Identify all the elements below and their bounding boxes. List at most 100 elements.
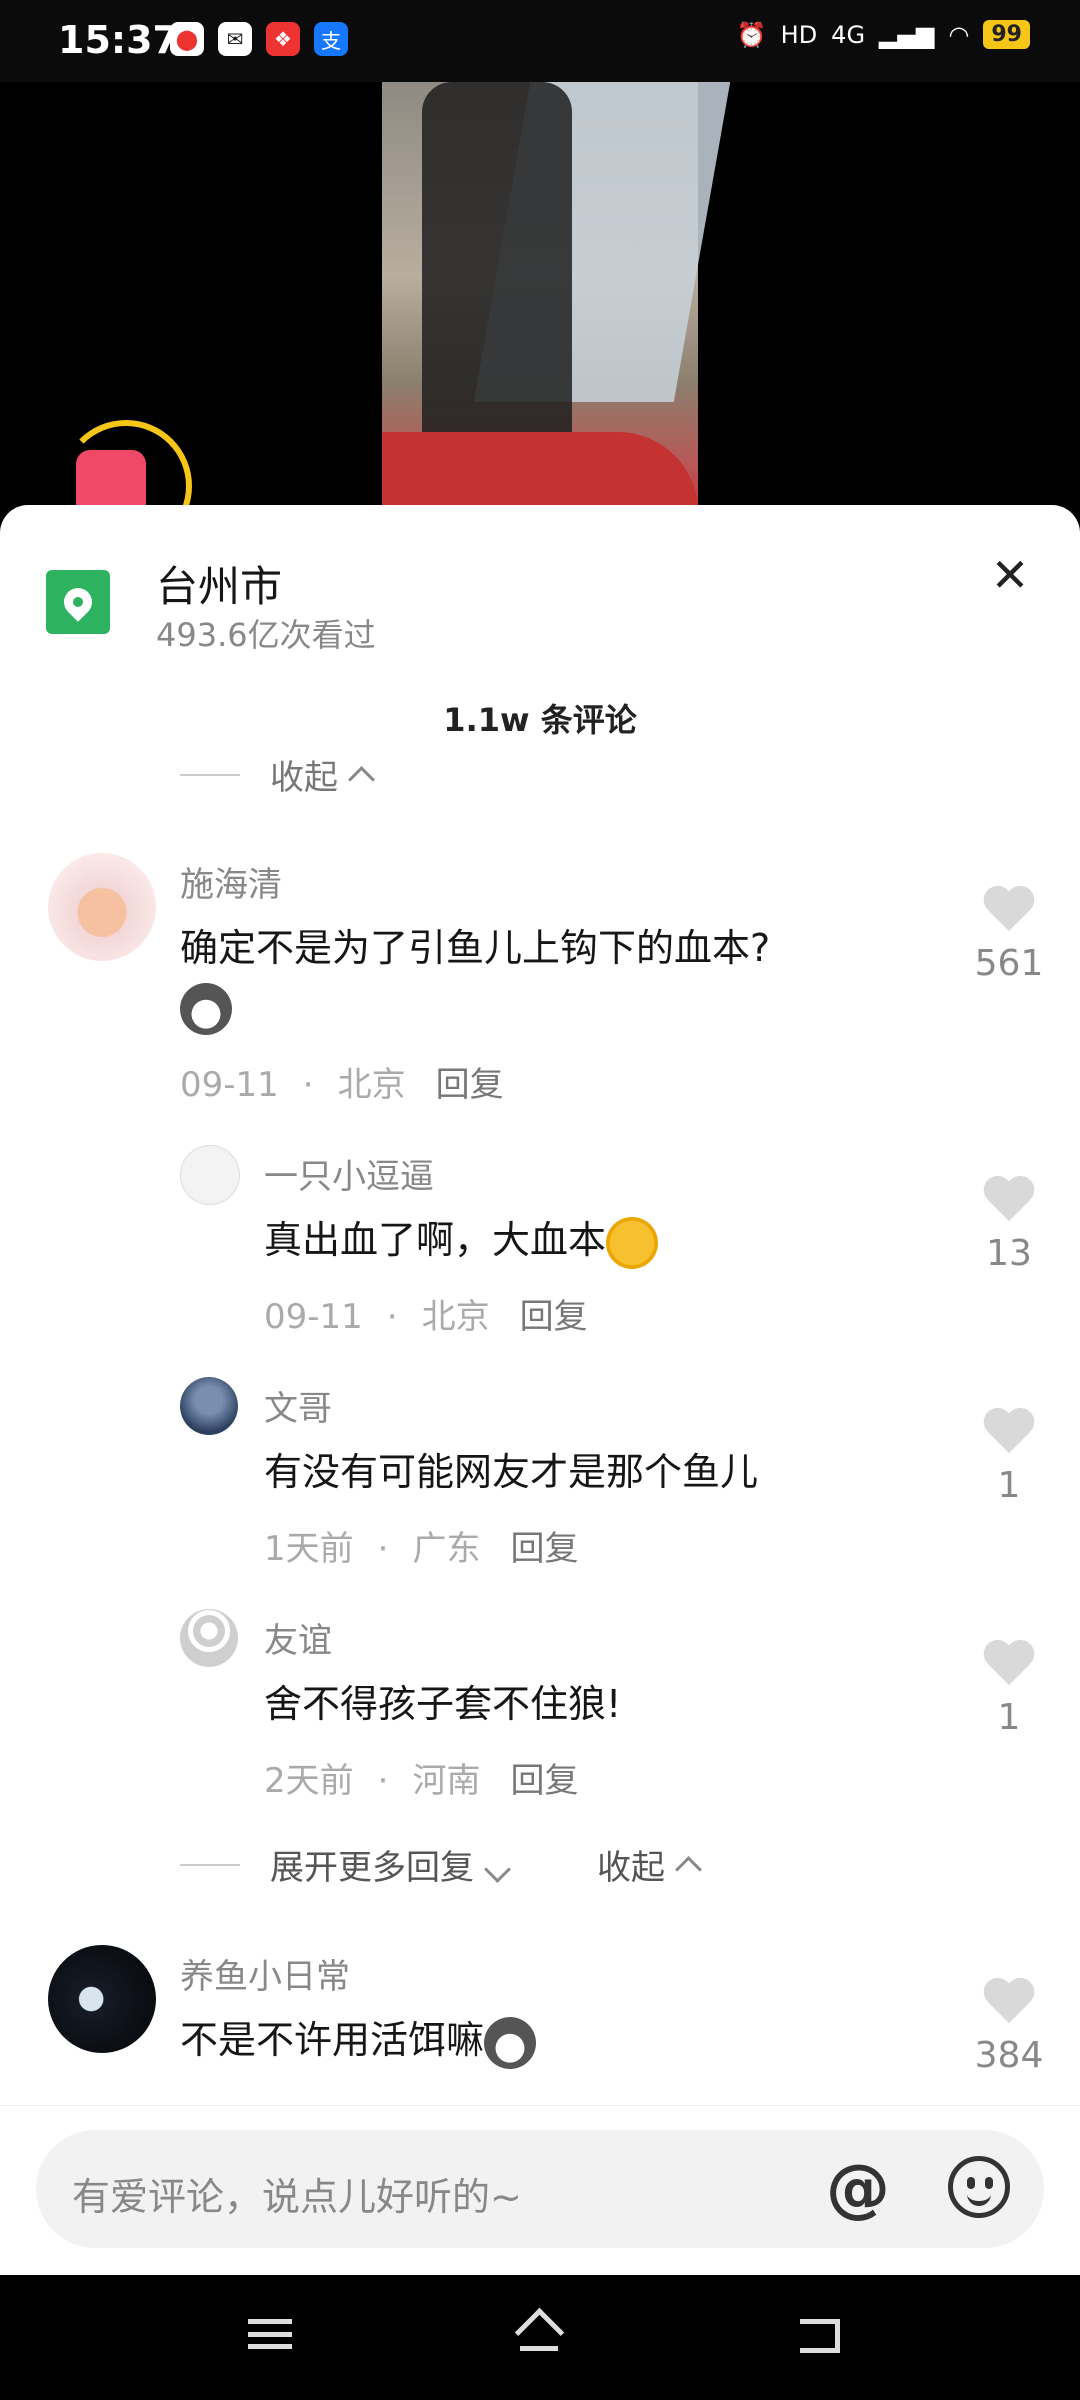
comment-meta: 09-11 · 北京 回复 bbox=[180, 1057, 504, 1106]
comment-meta: 1天前 · 广东 回复 bbox=[264, 1521, 578, 1570]
collapse-replies-button[interactable]: 收起 bbox=[597, 1840, 702, 1889]
comment-input[interactable]: 有爱评论，说点儿好听的~ @ bbox=[36, 2130, 1044, 2248]
system-nav-bar bbox=[0, 2275, 1080, 2400]
status-time: 15:37 bbox=[58, 18, 179, 62]
back-icon[interactable] bbox=[800, 2319, 840, 2353]
like-count: 1 bbox=[997, 1697, 1021, 1738]
close-button[interactable]: ✕ bbox=[980, 545, 1040, 605]
comment-input-placeholder: 有爱评论，说点儿好听的~ bbox=[72, 2175, 522, 2219]
chevron-down-icon bbox=[484, 1856, 511, 1883]
like-count: 561 bbox=[974, 943, 1044, 984]
divider bbox=[180, 1863, 240, 1866]
chevron-up-icon bbox=[675, 1856, 702, 1883]
avatar[interactable] bbox=[180, 1609, 238, 1667]
husky-emoji-icon bbox=[484, 2016, 537, 2069]
expand-more-replies-button[interactable]: 展开更多回复 bbox=[270, 1840, 511, 1889]
heart-icon bbox=[982, 887, 1036, 937]
like-button[interactable]: 561 bbox=[964, 887, 1054, 984]
meta-dot: · bbox=[377, 1529, 389, 1569]
location-pin-icon bbox=[46, 570, 110, 634]
collapse-replies-button[interactable]: 收起 bbox=[180, 750, 375, 799]
heart-icon bbox=[982, 1177, 1036, 1227]
meta-dot: · bbox=[377, 1761, 389, 1801]
comment-location: 北京 bbox=[337, 1065, 406, 1105]
like-button[interactable]: 384 bbox=[964, 1979, 1054, 2076]
like-button[interactable]: 1 bbox=[964, 1409, 1054, 1506]
meta-dot: · bbox=[302, 1065, 314, 1105]
comment-username[interactable]: 养鱼小日常 bbox=[180, 1949, 350, 1998]
hd-badge: HD bbox=[780, 20, 818, 49]
comment-username[interactable]: 一只小逗逼 bbox=[264, 1149, 434, 1198]
comment-location: 河南 bbox=[412, 1761, 481, 1801]
chevron-up-icon bbox=[348, 766, 375, 793]
reply-button[interactable]: 回复 bbox=[510, 1529, 578, 1569]
comment-meta: 2天前 · 河南 回复 bbox=[264, 1753, 578, 1802]
comment-date: 09-11 bbox=[180, 1065, 279, 1105]
alipay-icon: 支 bbox=[314, 22, 348, 56]
heart-icon bbox=[982, 1979, 1036, 2029]
comment-meta: 09-11 · 北京 回复 bbox=[264, 1289, 588, 1338]
comment-username[interactable]: 文哥 bbox=[264, 1381, 332, 1430]
comment-text: 真出血了啊，大血本 bbox=[264, 1209, 659, 1269]
like-count: 1 bbox=[997, 1465, 1021, 1506]
video-frame bbox=[382, 82, 731, 512]
video-person-shape bbox=[422, 82, 572, 482]
laugh-cry-emoji-icon bbox=[606, 1216, 659, 1269]
divider bbox=[180, 773, 240, 776]
comment-input-bar: 有爱评论，说点儿好听的~ @ bbox=[0, 2105, 1080, 2276]
mention-icon[interactable]: @ bbox=[826, 2152, 890, 2226]
comment-text: 舍不得孩子套不住狼! bbox=[264, 1682, 622, 1726]
map-app-icon: ⬤ bbox=[170, 22, 204, 56]
pin-shape bbox=[58, 582, 98, 622]
location-title[interactable]: 台州市 bbox=[156, 553, 282, 614]
avatar[interactable] bbox=[48, 1945, 156, 2053]
reply-text: 真出血了啊，大血本 bbox=[264, 1218, 607, 1262]
location-view-count: 493.6亿次看过 bbox=[156, 616, 376, 654]
meta-dot: · bbox=[386, 1297, 398, 1337]
menu-icon[interactable] bbox=[248, 2319, 292, 2349]
status-bar: 15:37 ⬤ ✉ ❖ 支 ⏰ HD 4G ▂▄▆ ◠ 99 bbox=[0, 0, 1080, 82]
heart-icon bbox=[982, 1641, 1036, 1691]
replies-controls: 展开更多回复 收起 bbox=[180, 1840, 880, 1889]
wifi-icon: ◠ bbox=[948, 20, 970, 49]
comment-text: 不是不许用活饵嘛 bbox=[180, 2009, 537, 2069]
like-count: 384 bbox=[974, 2035, 1044, 2076]
alarm-icon: ⏰ bbox=[736, 20, 767, 49]
heart-icon bbox=[982, 1409, 1036, 1459]
comment-date: 1天前 bbox=[264, 1529, 354, 1569]
reply-button[interactable]: 回复 bbox=[436, 1065, 504, 1105]
husky-emoji-icon bbox=[180, 983, 232, 1035]
comment-username[interactable]: 施海清 bbox=[180, 857, 282, 906]
emoji-icon[interactable] bbox=[948, 2156, 1010, 2218]
like-button[interactable]: 13 bbox=[964, 1177, 1054, 1274]
comment-location: 北京 bbox=[421, 1297, 490, 1337]
collapse-label: 收起 bbox=[597, 1848, 665, 1888]
home-icon[interactable] bbox=[512, 2309, 566, 2353]
avatar[interactable] bbox=[180, 1145, 240, 1205]
comment-date: 2天前 bbox=[264, 1761, 354, 1801]
comment-text: 有没有可能网友才是那个鱼儿 bbox=[264, 1450, 759, 1494]
status-app-icons: ⬤ ✉ ❖ 支 bbox=[170, 22, 348, 56]
like-count: 13 bbox=[986, 1233, 1032, 1274]
expand-label: 展开更多回复 bbox=[270, 1848, 474, 1888]
video-boat-shape bbox=[382, 432, 698, 512]
mail-app-icon: ✉ bbox=[218, 22, 252, 56]
reply-button[interactable]: 回复 bbox=[510, 1761, 578, 1801]
avatar[interactable] bbox=[48, 853, 156, 961]
status-indicators: ⏰ HD 4G ▂▄▆ ◠ 99 bbox=[737, 20, 1030, 49]
red-app-icon: ❖ bbox=[266, 22, 300, 56]
like-button[interactable]: 1 bbox=[964, 1641, 1054, 1738]
avatar[interactable] bbox=[180, 1377, 238, 1435]
comment-username[interactable]: 友谊 bbox=[264, 1613, 332, 1662]
comment-location: 广东 bbox=[412, 1529, 481, 1569]
comment-text: 确定不是为了引鱼儿上钩下的血本? bbox=[180, 926, 771, 970]
signal-icon: ▂▄▆ bbox=[879, 20, 935, 49]
comment-date: 09-11 bbox=[264, 1297, 363, 1337]
comments-sheet: 台州市 493.6亿次看过 ✕ 1.1w 条评论 收起 施海清 确定不是为了引鱼… bbox=[0, 505, 1080, 2275]
collapse-label: 收起 bbox=[270, 758, 338, 798]
network-label: 4G bbox=[831, 20, 866, 49]
comment-count: 1.1w 条评论 bbox=[443, 701, 637, 739]
husky-emoji bbox=[180, 983, 232, 1035]
reply-button[interactable]: 回复 bbox=[520, 1297, 588, 1337]
comment-text-body: 不是不许用活饵嘛 bbox=[180, 2018, 485, 2062]
